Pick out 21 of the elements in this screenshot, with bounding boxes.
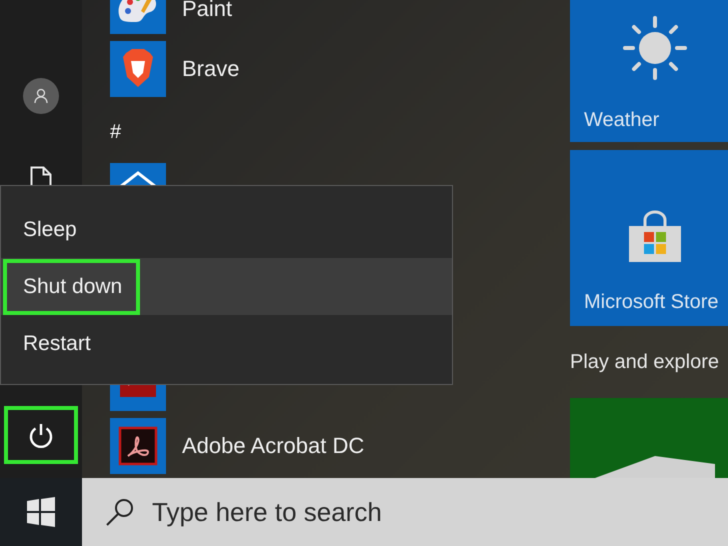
sun-icon: [623, 16, 687, 80]
start-button[interactable]: [0, 478, 82, 546]
search-icon: [104, 496, 136, 528]
four-panes-icon: [26, 497, 56, 527]
store-tile[interactable]: Microsoft Store: [570, 150, 728, 326]
app-name[interactable]: Paint: [182, 0, 232, 22]
lion-shield-icon[interactable]: [110, 41, 166, 97]
power-button[interactable]: [4, 406, 78, 464]
menu-item[interactable]: Shut down: [1, 258, 452, 315]
app-name[interactable]: Brave: [182, 56, 240, 82]
user-avatar-icon[interactable]: [23, 78, 59, 114]
section-letter[interactable]: #: [110, 104, 122, 156]
tile-group-heading: Play and explore: [570, 350, 720, 375]
document-icon[interactable]: [110, 418, 166, 474]
power-icon: [27, 421, 55, 449]
menu-item[interactable]: Sleep: [1, 201, 452, 258]
weather-tile[interactable]: Weather: [570, 0, 728, 142]
app-name[interactable]: Adobe Acrobat DC: [182, 433, 364, 459]
search-field[interactable]: Type here to search: [82, 478, 728, 546]
menu-item[interactable]: Restart: [1, 315, 452, 372]
shopping-bag-icon: [627, 208, 683, 264]
